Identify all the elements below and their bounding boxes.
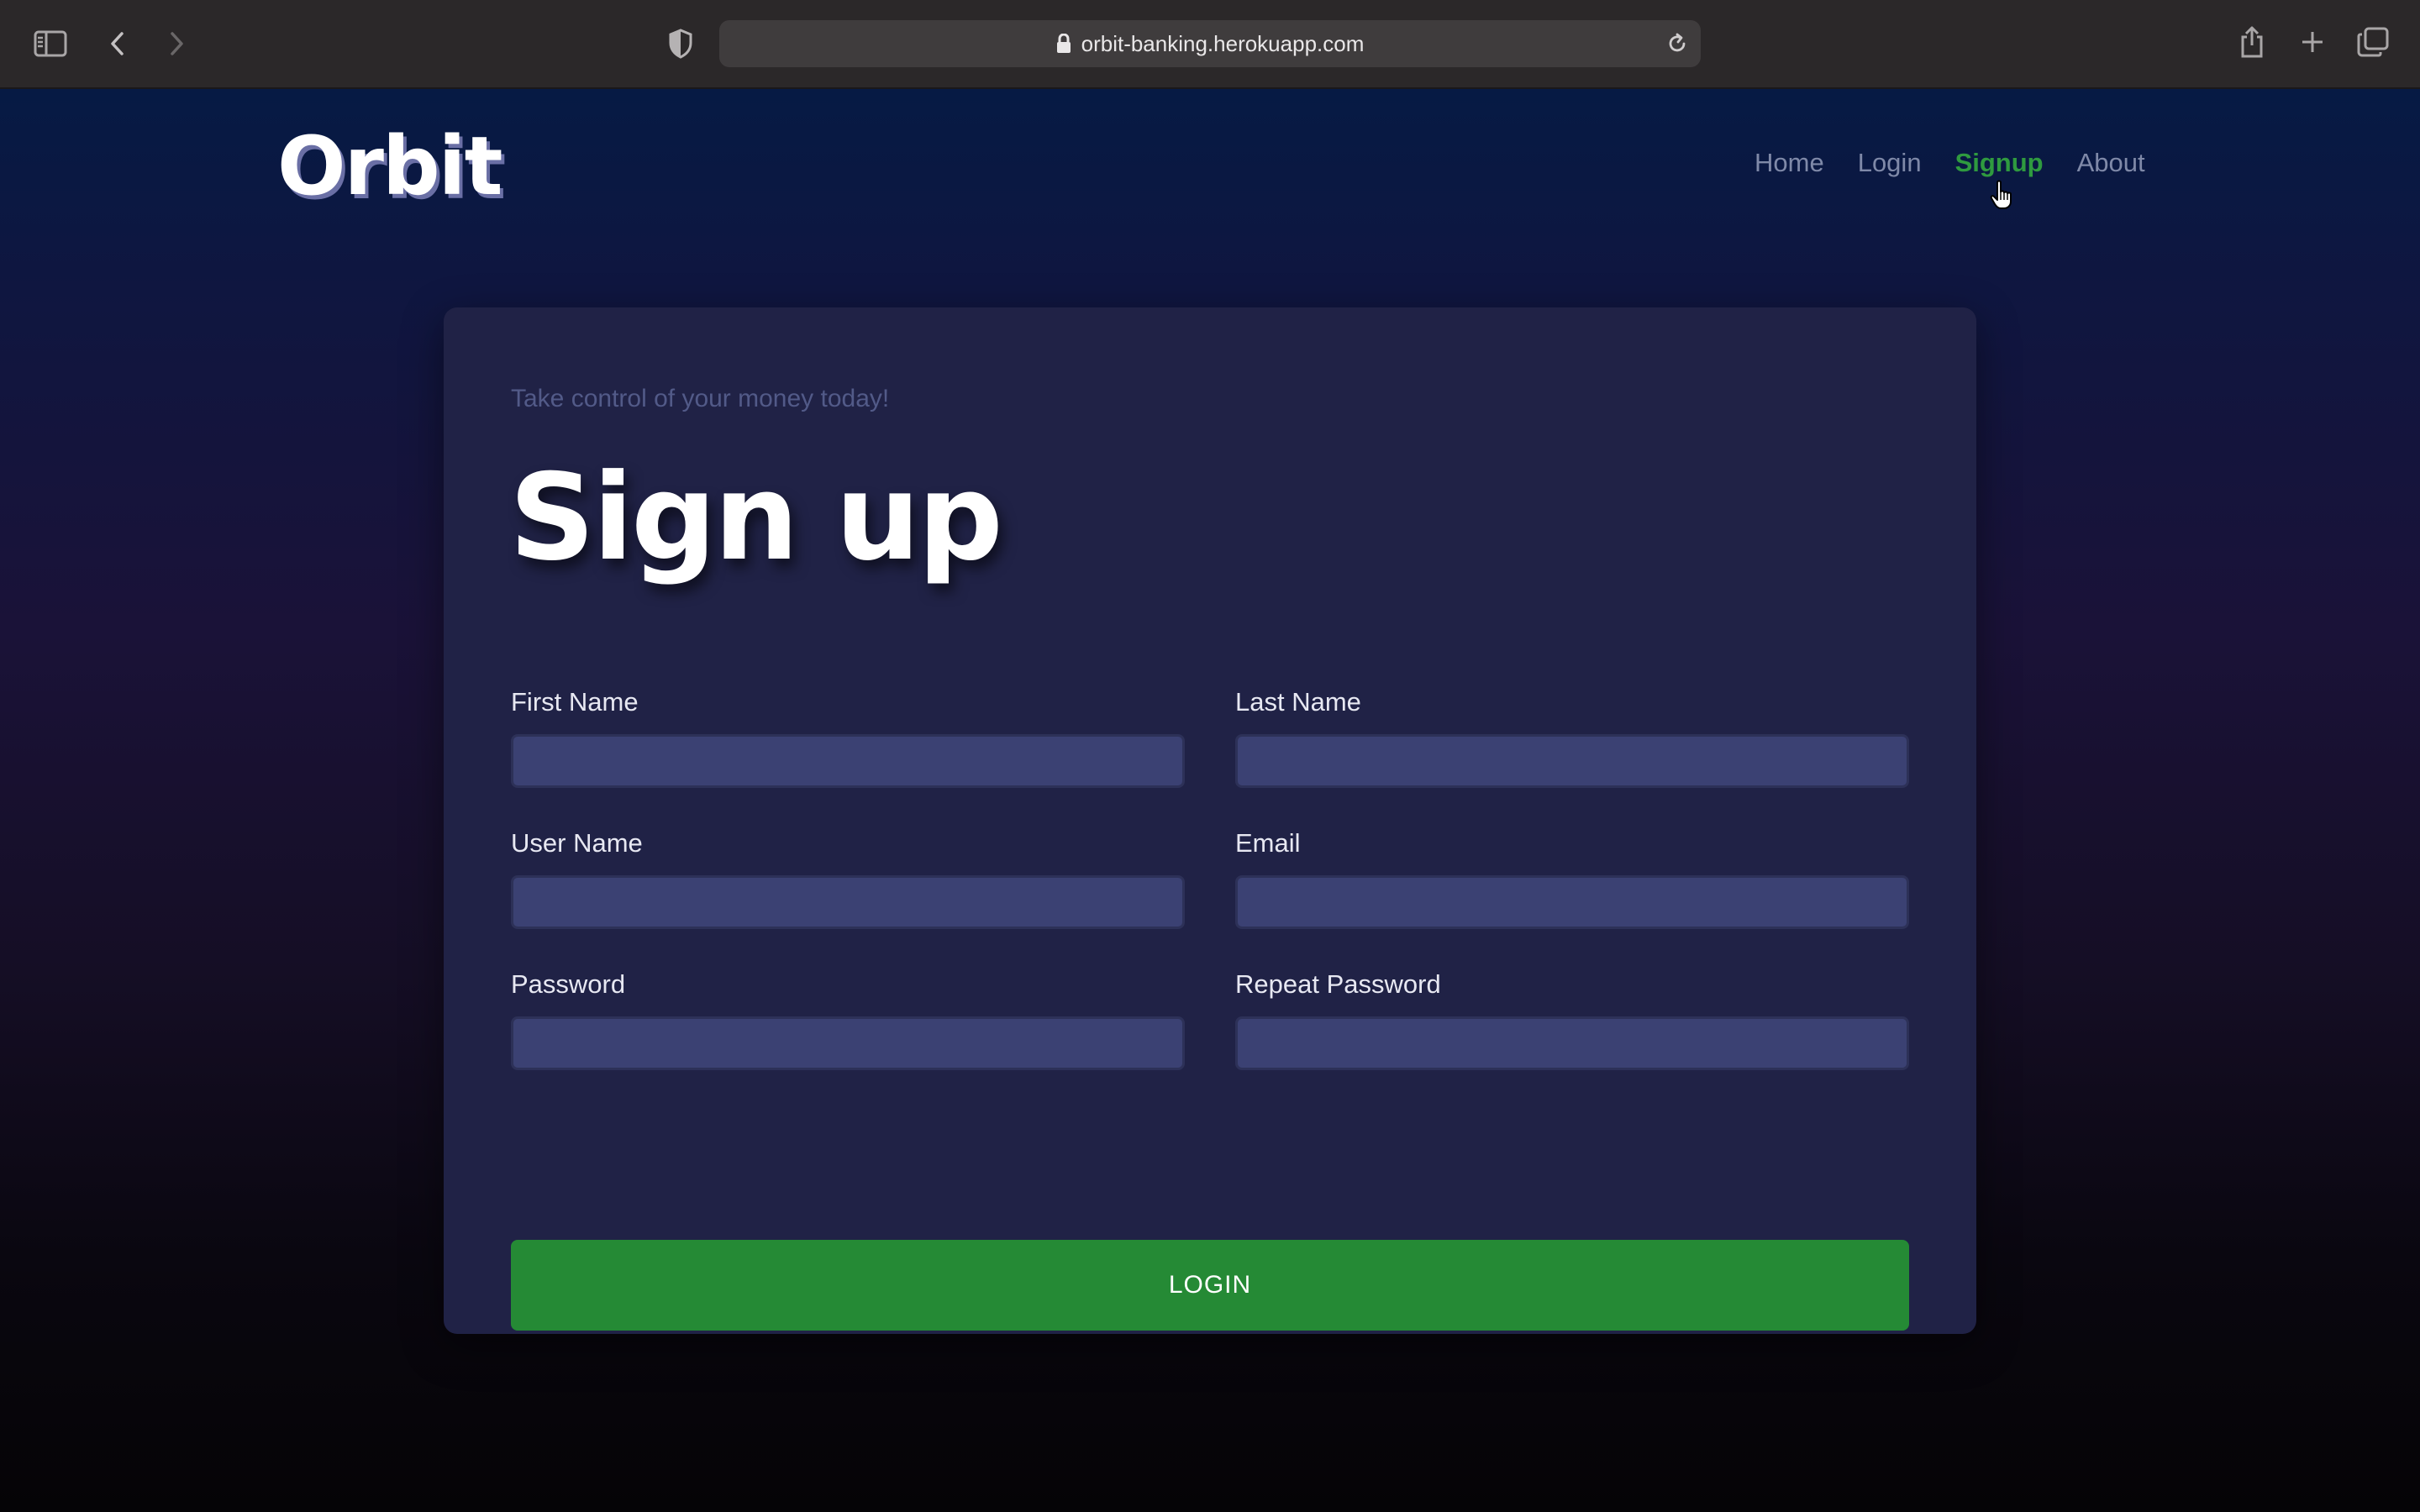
back-icon[interactable] xyxy=(104,27,131,60)
nav-login[interactable]: Login xyxy=(1858,148,1922,178)
privacy-shield-icon[interactable] xyxy=(666,25,696,62)
last-name-label: Last Name xyxy=(1235,687,1361,717)
user-name-label: User Name xyxy=(511,828,643,858)
main-nav: Home Login Signup About xyxy=(1754,148,2145,178)
hand-cursor-icon xyxy=(1990,180,2015,214)
last-name-field: Last Name xyxy=(1235,687,1909,788)
tabs-overview-icon[interactable] xyxy=(2354,25,2391,59)
user-name-input[interactable] xyxy=(511,875,1185,929)
repeat-password-field: Repeat Password xyxy=(1235,969,1909,1070)
page-title: Sign up xyxy=(509,449,1003,587)
nav-about[interactable]: About xyxy=(2077,148,2145,178)
address-bar[interactable]: orbit-banking.herokuapp.com xyxy=(719,20,1701,67)
first-name-input[interactable] xyxy=(511,734,1185,788)
lock-icon xyxy=(1056,34,1071,54)
share-icon[interactable] xyxy=(2235,22,2269,62)
email-label: Email xyxy=(1235,828,1301,858)
browser-toolbar: orbit-banking.herokuapp.com xyxy=(0,0,2420,89)
submit-button[interactable]: LOGIN xyxy=(511,1240,1909,1331)
password-label: Password xyxy=(511,969,626,999)
nav-signup[interactable]: Signup xyxy=(1955,148,2044,178)
email-input[interactable] xyxy=(1235,875,1909,929)
email-field: Email xyxy=(1235,828,1909,929)
password-field: Password xyxy=(511,969,1185,1070)
reload-icon[interactable] xyxy=(1664,30,1691,57)
forward-icon[interactable] xyxy=(163,27,190,60)
nav-home[interactable]: Home xyxy=(1754,148,1824,178)
user-name-field: User Name xyxy=(511,828,1185,929)
last-name-input[interactable] xyxy=(1235,734,1909,788)
first-name-field: First Name xyxy=(511,687,1185,788)
repeat-password-label: Repeat Password xyxy=(1235,969,1441,999)
new-tab-icon[interactable] xyxy=(2296,25,2329,59)
tagline: Take control of your money today! xyxy=(511,385,890,412)
password-input[interactable] xyxy=(511,1016,1185,1070)
orbit-logo[interactable]: Orbit xyxy=(277,119,502,213)
url-text: orbit-banking.herokuapp.com xyxy=(1081,30,1365,56)
sidebar-icon[interactable] xyxy=(32,27,69,60)
repeat-password-input[interactable] xyxy=(1235,1016,1909,1070)
page-background: Orbit Home Login Signup About Take contr… xyxy=(0,89,2420,1512)
first-name-label: First Name xyxy=(511,687,639,717)
signup-card: Take control of your money today! Sign u… xyxy=(444,307,1976,1334)
